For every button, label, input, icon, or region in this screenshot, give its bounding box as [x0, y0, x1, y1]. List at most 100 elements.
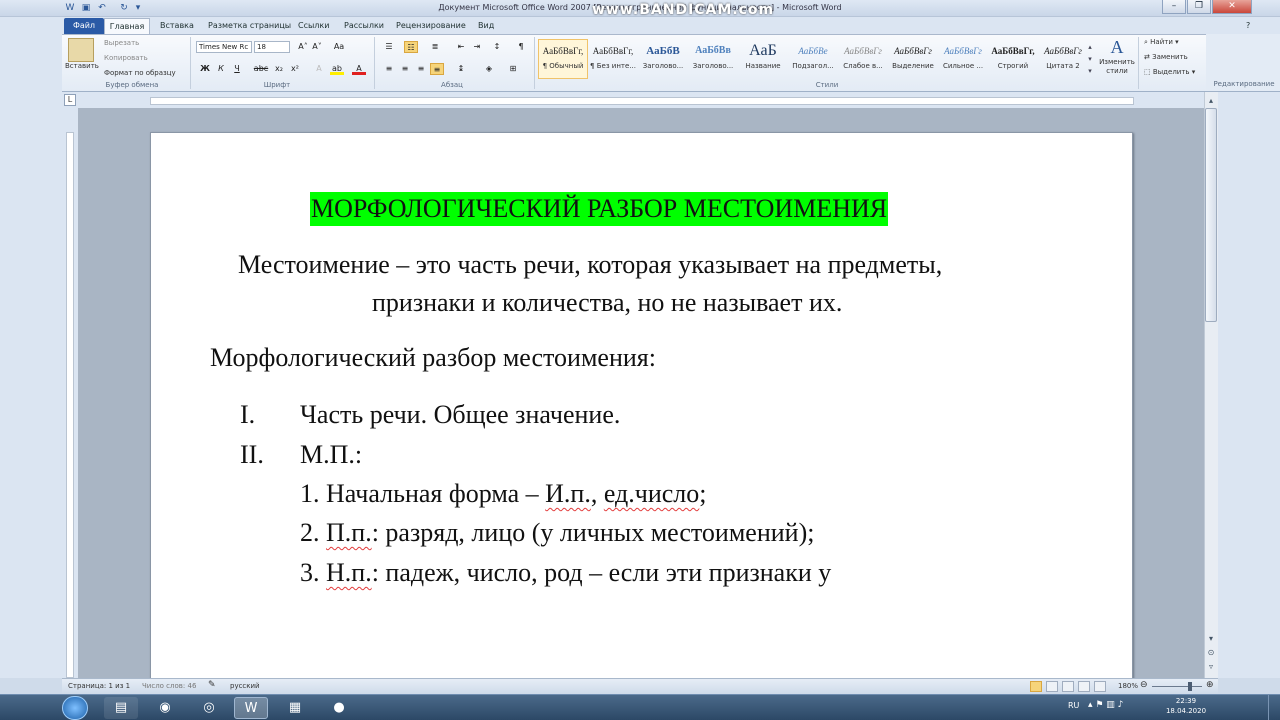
- print-layout-icon[interactable]: [1030, 681, 1042, 692]
- replace-button[interactable]: ⇄ Заменить: [1144, 53, 1188, 61]
- cut-button[interactable]: Вырезать: [104, 39, 139, 47]
- status-bar: Страница: 1 из 1 Число слов: 46 ✎ русски…: [62, 678, 1218, 694]
- align-left-icon[interactable]: ≡: [382, 63, 396, 75]
- clock-date[interactable]: 18.04.2020: [1158, 707, 1214, 715]
- tab-references[interactable]: Ссылки: [298, 18, 329, 34]
- align-center-icon[interactable]: ≡: [398, 63, 412, 75]
- app-taskbar-icon[interactable]: ▦: [278, 697, 312, 719]
- sublist-item-3: 3. Н.п.: падеж, число, род – если эти пр…: [300, 558, 832, 587]
- highlight-color-icon[interactable]: ab: [330, 63, 344, 75]
- style-emphasis[interactable]: АаБбВвГг Выделение: [888, 39, 938, 79]
- bandicam-taskbar-icon[interactable]: ●: [322, 697, 356, 719]
- ruler-track[interactable]: [150, 97, 1134, 105]
- bullets-icon[interactable]: ☰: [382, 41, 396, 53]
- justify-icon[interactable]: ≡: [430, 63, 444, 75]
- tab-view[interactable]: Вид: [478, 18, 494, 34]
- change-styles-button[interactable]: A Изменить стили: [1098, 37, 1136, 76]
- scroll-up-icon[interactable]: ▴: [1206, 96, 1216, 105]
- style-no-spacing[interactable]: АаБбВвГг, ¶ Без инте...: [588, 39, 638, 79]
- firefox-taskbar-icon[interactable]: ◉: [148, 697, 182, 719]
- scrollbar-thumb[interactable]: [1205, 108, 1217, 322]
- start-button[interactable]: [62, 696, 88, 720]
- change-case-button[interactable]: Aa: [332, 41, 346, 53]
- strikethrough-button[interactable]: abc: [252, 63, 270, 75]
- zoom-slider[interactable]: [1152, 686, 1202, 687]
- right-margin-pane: [1218, 92, 1280, 678]
- style-strong[interactable]: АаБбВвГг, Строгий: [988, 39, 1038, 79]
- italic-button[interactable]: К: [214, 63, 228, 75]
- zoom-out-icon[interactable]: ⊖: [1140, 680, 1148, 690]
- borders-icon[interactable]: ⊞: [506, 63, 520, 75]
- tab-file[interactable]: Файл: [64, 18, 104, 34]
- page-count[interactable]: Страница: 1 из 1: [68, 682, 130, 690]
- tab-selector-button[interactable]: L: [64, 94, 76, 106]
- underline-button[interactable]: Ч: [230, 63, 244, 75]
- grow-font-button[interactable]: A˄: [296, 41, 310, 53]
- style-subtle-emphasis[interactable]: АаБбВвГг Слабое в...: [838, 39, 888, 79]
- multilevel-list-icon[interactable]: ≣: [428, 41, 442, 53]
- status-left-margin: [0, 678, 62, 694]
- subscript-button[interactable]: x₂: [272, 63, 286, 75]
- close-button[interactable]: ✕: [1212, 0, 1252, 14]
- paste-button[interactable]: Вставить: [65, 62, 99, 70]
- style-heading-1[interactable]: АаБбВ Заголово...: [638, 39, 688, 79]
- text-effects-icon[interactable]: A: [312, 63, 326, 75]
- tab-insert[interactable]: Вставка: [160, 18, 194, 34]
- clipboard-group-label: Буфер обмена: [105, 81, 159, 89]
- show-desktop-button[interactable]: [1268, 695, 1280, 720]
- chrome-taskbar-icon[interactable]: ◎: [192, 697, 226, 719]
- select-button[interactable]: ⬚ Выделить ▾: [1144, 68, 1195, 76]
- font-color-icon[interactable]: A: [352, 63, 366, 75]
- align-right-icon[interactable]: ≡: [414, 63, 428, 75]
- line-spacing-icon[interactable]: ↨: [454, 63, 468, 75]
- word-count[interactable]: Число слов: 46: [142, 682, 196, 690]
- style-quote-2[interactable]: АаБбВвГг Цитата 2: [1038, 39, 1088, 79]
- sort-icon[interactable]: ↕: [490, 41, 504, 53]
- web-layout-icon[interactable]: [1062, 681, 1074, 692]
- vertical-ruler-track[interactable]: [66, 132, 74, 678]
- zoom-slider-handle[interactable]: [1188, 682, 1192, 691]
- tray-icons[interactable]: ▴ ⚑ ▥ ♪: [1088, 700, 1123, 710]
- draft-icon[interactable]: [1094, 681, 1106, 692]
- restore-button[interactable]: ❐: [1187, 0, 1211, 14]
- superscript-button[interactable]: x²: [288, 63, 302, 75]
- font-size-box[interactable]: 18: [254, 41, 290, 53]
- tab-review[interactable]: Рецензирование: [396, 18, 466, 34]
- help-icon[interactable]: ?: [1246, 18, 1250, 34]
- page-nav-icons[interactable]: ▾ ⊙ ▿: [1206, 632, 1216, 674]
- tab-mailings[interactable]: Рассылки: [344, 18, 384, 34]
- group-separator: [1138, 37, 1139, 89]
- style-title[interactable]: АаБ Название: [738, 39, 788, 79]
- reading-layout-icon[interactable]: [1046, 681, 1058, 692]
- style-normal[interactable]: АаБбВвГг, ¶ Обычный: [538, 39, 588, 79]
- styles-scroll-icon[interactable]: ▴ ▾ ▾: [1086, 41, 1094, 79]
- word-taskbar-icon[interactable]: W: [234, 697, 268, 719]
- ribbon-tabs: Файл Главная Вставка Разметка страницы С…: [0, 17, 1280, 34]
- find-button[interactable]: ⌕ Найти ▾: [1144, 38, 1179, 47]
- decrease-indent-icon[interactable]: ⇤: [454, 41, 468, 53]
- numbering-icon[interactable]: ☷: [404, 41, 418, 53]
- increase-indent-icon[interactable]: ⇥: [470, 41, 484, 53]
- zoom-in-icon[interactable]: ⊕: [1206, 680, 1214, 690]
- clock-time[interactable]: 22:39: [1166, 697, 1206, 705]
- zoom-level[interactable]: 180%: [1118, 682, 1138, 690]
- title-bar: W ▣ ↶ ↻ ▾ Документ Microsoft Office Word…: [0, 0, 1280, 18]
- shrink-font-button[interactable]: A˅: [310, 41, 324, 53]
- minimize-button[interactable]: –: [1162, 0, 1186, 14]
- bold-button[interactable]: Ж: [198, 63, 212, 75]
- style-heading-2[interactable]: АаБбВв Заголово...: [688, 39, 738, 79]
- copy-button[interactable]: Копировать: [104, 54, 148, 62]
- shading-icon[interactable]: ◈: [482, 63, 496, 75]
- language-indicator[interactable]: русский: [230, 682, 260, 690]
- style-intense-emphasis[interactable]: АаБбВвГг Сильное ...: [938, 39, 988, 79]
- explorer-taskbar-icon[interactable]: ▤: [104, 697, 138, 719]
- proofing-icon[interactable]: ✎: [208, 680, 216, 690]
- show-marks-button[interactable]: ¶: [514, 41, 528, 53]
- style-subtitle[interactable]: АаБбВе Подзагол...: [788, 39, 838, 79]
- font-name-box[interactable]: Times New Rc: [196, 41, 252, 53]
- outline-icon[interactable]: [1078, 681, 1090, 692]
- tab-home[interactable]: Главная: [104, 18, 150, 34]
- input-language[interactable]: RU: [1068, 701, 1079, 710]
- format-painter-button[interactable]: Формат по образцу: [104, 69, 176, 77]
- tab-page-layout[interactable]: Разметка страницы: [208, 18, 291, 34]
